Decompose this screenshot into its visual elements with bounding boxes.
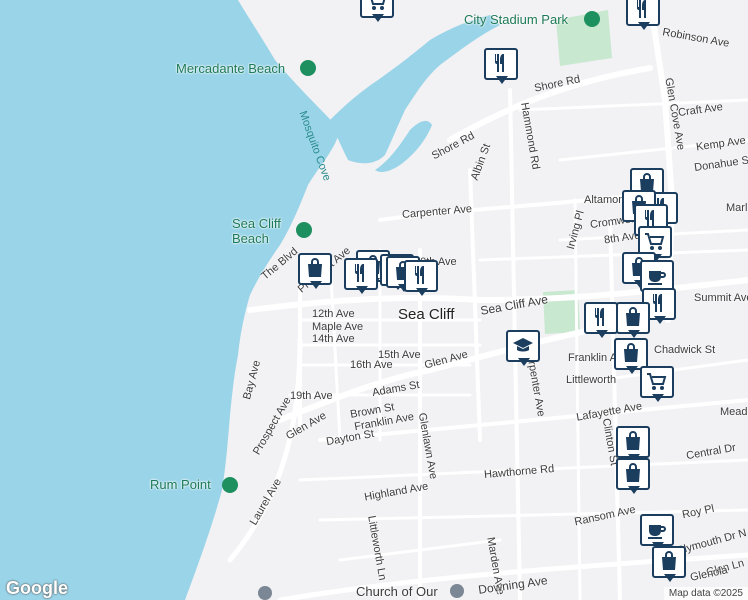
park-label[interactable]: City Stadium Park [464, 12, 568, 27]
street-label: 12th Ave [312, 308, 355, 320]
map-marker[interactable] [298, 253, 332, 291]
map-marker[interactable] [360, 0, 394, 24]
park-icon [222, 477, 238, 493]
street-label: Meado [720, 406, 748, 418]
school-icon [513, 338, 533, 352]
cart-icon [647, 373, 667, 390]
place-of-worship-icon [258, 586, 272, 600]
park-label[interactable]: Rum Point [150, 477, 211, 492]
map-marker[interactable] [640, 366, 674, 404]
map-marker[interactable] [506, 330, 540, 368]
town-label: Sea Cliff [398, 306, 455, 323]
shopping-bag-icon [626, 431, 640, 450]
street-label: Marl [726, 202, 748, 214]
map-marker[interactable] [484, 48, 518, 86]
restaurant-icon [595, 308, 604, 326]
street-label: Chadwick St [654, 344, 716, 356]
map-marker[interactable] [344, 258, 378, 296]
restaurant-icon [637, 0, 646, 18]
street-label: Altamont [584, 194, 628, 206]
street-label: 19th Ave [290, 390, 333, 402]
restaurant-icon [653, 294, 662, 312]
shopping-bag-icon [626, 463, 640, 482]
shopping-bag-icon [662, 551, 676, 570]
map-marker[interactable] [626, 0, 660, 32]
cart-icon [370, 0, 386, 10]
park-label[interactable]: Mercadante Beach [176, 61, 285, 76]
park-icon [584, 11, 600, 27]
restaurant-icon [495, 54, 504, 72]
park-icon [300, 60, 316, 76]
park-label[interactable]: Sea Cliff Beach [232, 216, 292, 246]
map-marker[interactable] [616, 458, 650, 496]
coffee-icon [648, 525, 666, 539]
map-canvas[interactable]: City Stadium Park Mercadante Beach Sea C… [0, 0, 748, 600]
restaurant-icon [355, 264, 364, 282]
water-body [0, 0, 340, 600]
street-label: 16th Ave [350, 359, 393, 371]
cart-icon [645, 233, 665, 250]
map-marker[interactable] [404, 260, 438, 298]
place-of-worship-icon [450, 584, 464, 598]
street-label: Church of Our [356, 584, 438, 599]
coffee-icon [648, 271, 666, 285]
google-logo: Google [6, 578, 68, 598]
restaurant-icon [415, 266, 424, 284]
street-label: Littleworth [566, 374, 617, 386]
street-label: 14th Ave [312, 333, 355, 345]
park-icon [296, 222, 312, 238]
map-attribution[interactable]: Map data ©2025 [663, 587, 748, 600]
shopping-bag-icon [308, 258, 322, 277]
map-marker[interactable] [584, 302, 618, 340]
shopping-bag-icon [624, 343, 638, 362]
street-label: Summit Ave [694, 292, 748, 304]
shopping-bag-icon [626, 307, 640, 326]
map-marker[interactable] [616, 302, 650, 340]
street-label: Maple Ave [312, 321, 364, 333]
map-marker[interactable] [652, 546, 686, 584]
